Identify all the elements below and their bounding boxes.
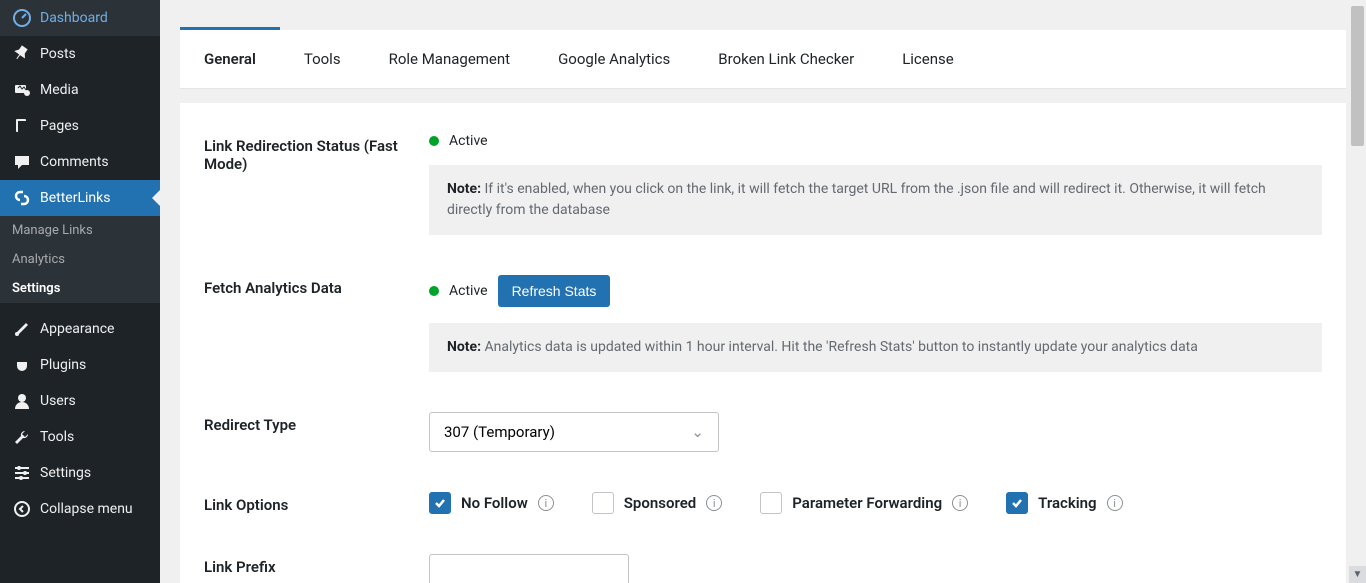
settings-tabs: General Tools Role Management Google Ana… — [180, 30, 1346, 89]
tab-google-analytics[interactable]: Google Analytics — [534, 30, 694, 88]
sidebar-item-collapse[interactable]: Collapse menu — [0, 491, 160, 527]
sliders-icon — [12, 463, 32, 483]
row-link-options: Link Options No Follow i Sponsored i — [204, 492, 1322, 514]
info-icon[interactable]: i — [706, 495, 722, 511]
row-link-prefix: Link Prefix Note: The prefix will be add… — [204, 554, 1322, 583]
plug-icon — [12, 355, 32, 375]
sidebar-sub-manage-links[interactable]: Manage Links — [0, 216, 160, 245]
sidebar-label: Dashboard — [40, 10, 108, 26]
checkbox-label: Sponsored — [624, 494, 696, 512]
status-active: Active — [449, 133, 488, 149]
sidebar-label: Comments — [40, 154, 109, 170]
link-icon — [12, 188, 32, 208]
sidebar-label: Pages — [40, 118, 79, 134]
checkbox-no-follow[interactable] — [429, 492, 451, 514]
sidebar-item-appearance[interactable]: Appearance — [0, 311, 160, 347]
info-icon[interactable]: i — [538, 495, 554, 511]
checkbox-parameter-forwarding[interactable] — [760, 492, 782, 514]
sidebar-item-posts[interactable]: Posts — [0, 36, 160, 72]
sidebar-item-comments[interactable]: Comments — [0, 144, 160, 180]
user-icon — [12, 391, 32, 411]
comment-icon — [12, 152, 32, 172]
link-prefix-input[interactable] — [429, 554, 629, 583]
admin-sidebar: Dashboard Posts Media Pages Comments Bet… — [0, 0, 160, 583]
collapse-icon — [12, 499, 32, 519]
sidebar-item-plugins[interactable]: Plugins — [0, 347, 160, 383]
checkbox-label: No Follow — [461, 494, 528, 512]
sidebar-item-settings[interactable]: Settings — [0, 455, 160, 491]
dashboard-icon — [12, 8, 32, 28]
label-link-options: Link Options — [204, 492, 429, 514]
tab-role-management[interactable]: Role Management — [365, 30, 535, 88]
refresh-stats-button[interactable]: Refresh Stats — [498, 275, 611, 307]
checkbox-sponsored[interactable] — [592, 492, 614, 514]
row-redirect-type: Redirect Type 307 (Temporary) ⌄ — [204, 412, 1322, 452]
select-value: 307 (Temporary) — [444, 423, 555, 441]
info-icon[interactable]: i — [952, 495, 968, 511]
info-icon[interactable]: i — [1107, 495, 1123, 511]
chevron-down-icon: ⌄ — [691, 423, 704, 441]
note-redirection: Note: If it's enabled, when you click on… — [429, 165, 1322, 235]
sidebar-item-media[interactable]: Media — [0, 72, 160, 108]
sidebar-sub-settings[interactable]: Settings — [0, 274, 160, 303]
label-redirection-status: Link Redirection Status (Fast Mode) — [204, 133, 429, 173]
checkbox-label: Parameter Forwarding — [792, 494, 942, 512]
media-icon — [12, 80, 32, 100]
scroll-down-button[interactable]: ▼ — [1349, 566, 1366, 583]
status-dot-icon — [429, 136, 439, 146]
page-icon — [12, 116, 32, 136]
sidebar-label: Users — [40, 393, 76, 409]
sidebar-label: Settings — [40, 465, 91, 481]
sidebar-label: Plugins — [40, 357, 86, 373]
sidebar-label: Collapse menu — [40, 501, 133, 517]
sidebar-item-users[interactable]: Users — [0, 383, 160, 419]
sidebar-item-dashboard[interactable]: Dashboard — [0, 0, 160, 36]
sidebar-item-betterlinks[interactable]: BetterLinks — [0, 180, 160, 216]
checkbox-tracking[interactable] — [1006, 492, 1028, 514]
sidebar-label: BetterLinks — [40, 190, 110, 206]
sidebar-item-tools[interactable]: Tools — [0, 419, 160, 455]
sidebar-label: Posts — [40, 46, 76, 62]
sidebar-label: Media — [40, 82, 79, 98]
note-analytics: Note: Analytics data is updated within 1… — [429, 323, 1322, 372]
label-link-prefix: Link Prefix — [204, 554, 429, 576]
main-content: General Tools Role Management Google Ana… — [160, 0, 1366, 583]
settings-panel: Link Redirection Status (Fast Mode) Acti… — [180, 103, 1346, 583]
redirect-type-select[interactable]: 307 (Temporary) ⌄ — [429, 412, 719, 452]
label-fetch-analytics: Fetch Analytics Data — [204, 275, 429, 297]
brush-icon — [12, 319, 32, 339]
scroll-thumb[interactable] — [1351, 6, 1364, 146]
sidebar-label: Tools — [40, 429, 74, 445]
checkbox-label: Tracking — [1038, 494, 1096, 512]
sidebar-item-pages[interactable]: Pages — [0, 108, 160, 144]
status-active: Active — [449, 283, 488, 299]
tab-tools[interactable]: Tools — [280, 30, 365, 88]
pin-icon — [12, 44, 32, 64]
sidebar-label: Appearance — [40, 321, 114, 337]
scrollbar[interactable]: ▼ — [1349, 0, 1366, 583]
tab-general[interactable]: General — [180, 27, 280, 88]
sidebar-sub-analytics[interactable]: Analytics — [0, 245, 160, 274]
status-dot-icon — [429, 286, 439, 296]
tab-broken-link-checker[interactable]: Broken Link Checker — [694, 30, 878, 88]
row-fetch-analytics: Fetch Analytics Data Active Refresh Stat… — [204, 275, 1322, 372]
label-redirect-type: Redirect Type — [204, 412, 429, 434]
row-redirection-status: Link Redirection Status (Fast Mode) Acti… — [204, 133, 1322, 235]
tab-license[interactable]: License — [878, 30, 978, 88]
wrench-icon — [12, 427, 32, 447]
